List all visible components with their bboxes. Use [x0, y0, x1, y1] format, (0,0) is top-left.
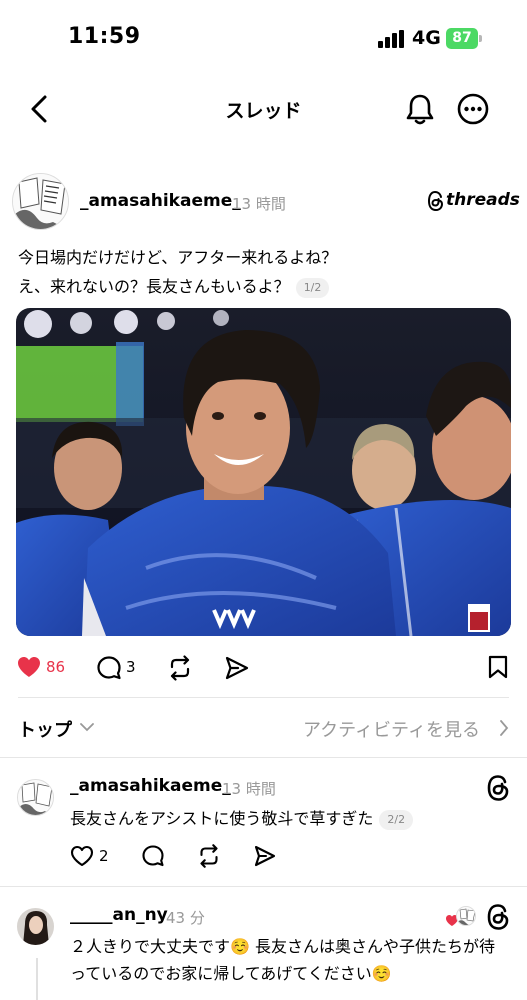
- heart-icon: [70, 845, 94, 867]
- divider: [0, 886, 527, 887]
- like-button[interactable]: [16, 655, 42, 679]
- bookmark-button[interactable]: [487, 655, 509, 679]
- repost-icon: [170, 655, 190, 681]
- reply-body: 長友さんをアシストに使う敬斗で草すぎた 2/2: [70, 805, 414, 832]
- page-indicator: 2/2: [379, 809, 414, 830]
- reply-username[interactable]: _amasahikaeme_: [70, 776, 231, 796]
- post-photo[interactable]: [16, 308, 511, 636]
- sort-label: トップ: [18, 720, 72, 741]
- threads-logo-icon: [486, 775, 510, 801]
- threads-logo-icon: [428, 191, 444, 211]
- reply-text-line: っているのでお家に帰してあげてください☺️: [70, 964, 392, 983]
- like-count: 86: [46, 658, 66, 676]
- more-icon: [457, 93, 489, 125]
- signal-icon: [378, 30, 406, 48]
- reply-username[interactable]: _____an_ny: [70, 905, 168, 925]
- heart-filled-icon: [18, 657, 40, 677]
- page-indicator: 1/2: [295, 277, 330, 298]
- battery-tip: [479, 35, 482, 42]
- repost-button[interactable]: [167, 655, 193, 681]
- reply-like-button[interactable]: [70, 845, 94, 867]
- post-text-line-2: え、来れないの？長友さんもいるよ？ 1/2: [18, 272, 508, 301]
- author-avatar-small: [456, 906, 476, 926]
- comment-count: 3: [126, 658, 136, 676]
- page-title: スレッド: [225, 100, 302, 122]
- more-options-button[interactable]: [457, 93, 489, 125]
- comment-icon: [97, 656, 121, 680]
- chevron-right-icon[interactable]: [499, 720, 509, 736]
- post-username[interactable]: _amasahikaeme_: [80, 191, 241, 211]
- battery-icon: 87: [446, 28, 478, 49]
- reply-timestamp: 13 時間: [222, 780, 276, 798]
- reply-comment-button[interactable]: [141, 844, 165, 868]
- post-text-line: 今日場内だけだけど、アフター来れるよね？: [18, 248, 338, 267]
- comment-button[interactable]: [96, 655, 122, 681]
- reply-timestamp: 43 分: [166, 909, 205, 927]
- reply-text: 長友さんをアシストに使う敬斗で草すぎた: [70, 809, 374, 828]
- reply-avatar[interactable]: [17, 908, 54, 945]
- reply-avatar[interactable]: [17, 779, 54, 816]
- chevron-down-icon[interactable]: [80, 722, 94, 732]
- post-body: 今日場内だけだけど、アフター来れるよね？ え、来れないの？長友さんもいるよ？ 1/…: [18, 243, 508, 301]
- divider: [18, 697, 509, 698]
- status-time: 11:59: [68, 24, 141, 49]
- view-activity-label: アクティビティを見る: [303, 720, 480, 741]
- reply-like-count: 2: [99, 847, 109, 865]
- share-button[interactable]: [224, 655, 250, 681]
- post-timestamp: 13 時間: [232, 195, 286, 213]
- send-icon: [254, 845, 276, 867]
- threads-wordmark: threads: [446, 190, 520, 210]
- send-icon: [225, 656, 249, 680]
- bell-icon: [406, 94, 434, 125]
- reply-share-button[interactable]: [253, 844, 277, 868]
- notifications-button[interactable]: [404, 92, 436, 126]
- reply-text-line: ２人きりで大丈夫です☺️ 長友さんは奥さんや子供たちが待: [70, 937, 496, 956]
- reply-body: ２人きりで大丈夫です☺️ 長友さんは奥さんや子供たちが待 っているのでお家に帰し…: [70, 933, 515, 987]
- bookmark-icon: [488, 655, 508, 679]
- repost-icon: [200, 844, 218, 868]
- sort-dropdown[interactable]: トップ: [18, 716, 72, 742]
- post-text-line: え、来れないの？長友さんもいるよ？: [18, 277, 290, 296]
- threads-logo-icon: [486, 904, 510, 930]
- avatar[interactable]: [12, 173, 69, 230]
- thread-line: [36, 958, 38, 1000]
- view-activity-link[interactable]: アクティビティを見る: [303, 716, 480, 742]
- network-label: 4G: [412, 27, 441, 49]
- comment-icon: [142, 845, 164, 867]
- divider: [0, 757, 527, 758]
- reply-repost-button[interactable]: [197, 844, 221, 868]
